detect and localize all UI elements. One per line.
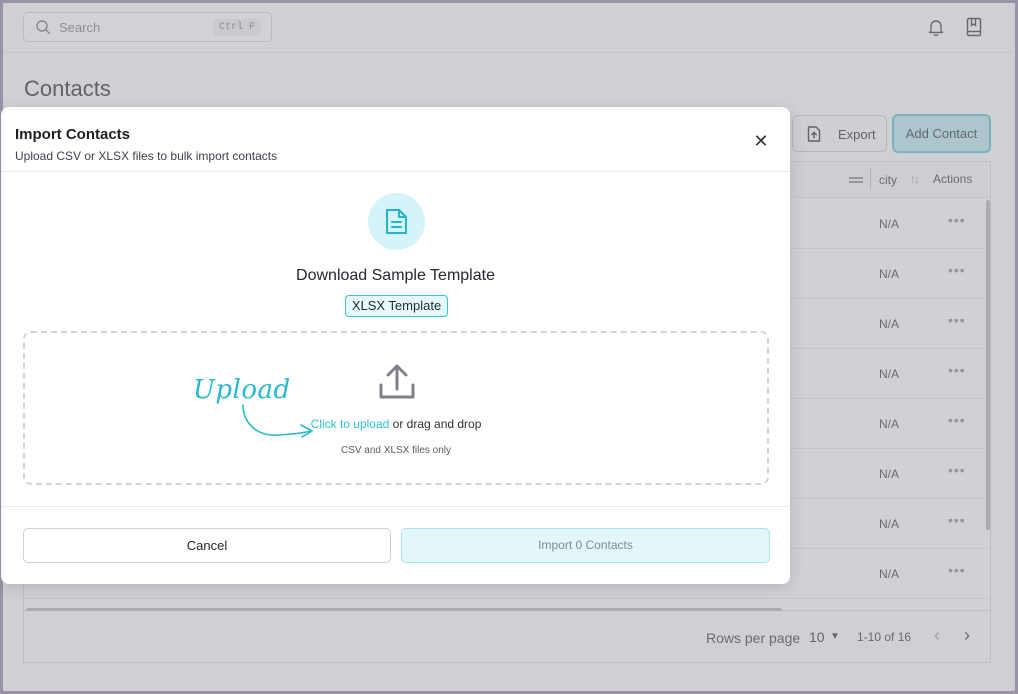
xlsx-template-button[interactable]: XLSX Template bbox=[345, 295, 448, 317]
file-types-hint: CSV and XLSX files only bbox=[340, 445, 452, 456]
upload-instructions: Click to upload or drag and drop bbox=[25, 417, 767, 431]
import-contacts-button[interactable]: Import 0 Contacts bbox=[401, 528, 770, 563]
divider bbox=[1, 506, 790, 507]
dialog-title: Import Contacts bbox=[15, 126, 131, 143]
close-icon[interactable]: ✕ bbox=[751, 131, 771, 151]
click-to-upload-link[interactable]: Click to upload bbox=[311, 417, 390, 431]
document-icon bbox=[386, 209, 407, 234]
upload-annotation: Upload bbox=[193, 375, 291, 405]
drag-drop-text: or drag and drop bbox=[389, 417, 482, 431]
divider bbox=[1, 171, 790, 172]
document-icon-badge bbox=[368, 193, 425, 250]
file-dropzone[interactable]: Upload Click to upload or drag and drop … bbox=[23, 331, 769, 485]
import-contacts-dialog: Import Contacts Upload CSV or XLSX files… bbox=[1, 107, 790, 584]
upload-icon bbox=[379, 364, 415, 399]
cancel-button[interactable]: Cancel bbox=[23, 528, 391, 563]
dialog-subtitle: Upload CSV or XLSX files to bulk import … bbox=[15, 149, 278, 163]
template-heading: Download Sample Template bbox=[296, 267, 495, 284]
